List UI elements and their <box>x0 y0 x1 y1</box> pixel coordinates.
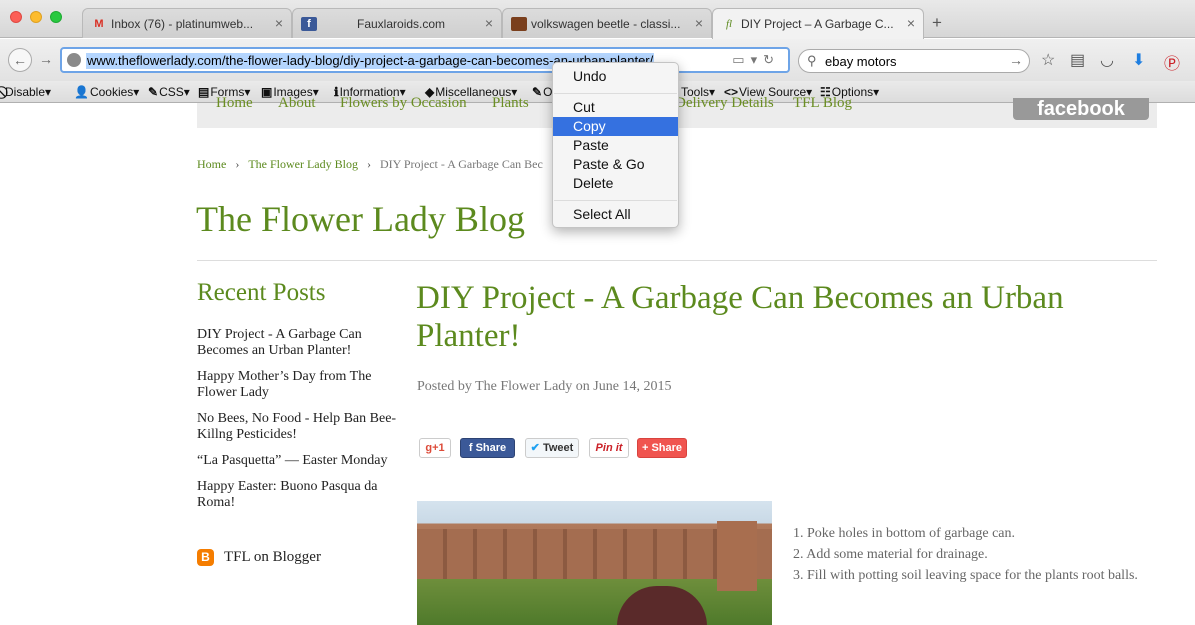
pin-it-button[interactable]: Pin it <box>589 438 629 458</box>
forward-button[interactable]: → <box>34 48 58 72</box>
post-steps: 1. Poke holes in bottom of garbage can. … <box>793 523 1153 586</box>
close-tab-icon[interactable]: × <box>907 15 915 31</box>
pocket-icon[interactable]: ◡ <box>1100 50 1114 70</box>
css-icon: ✎ <box>148 85 159 99</box>
post-title: DIY Project - A Garbage Can Becomes an U… <box>416 280 1064 354</box>
menu-item-select-all[interactable]: Select All <box>553 205 678 224</box>
menu-item-cut[interactable]: Cut <box>553 98 678 117</box>
forms-icon: ▤ <box>198 85 210 99</box>
tab-fauxlaroids[interactable]: f Fauxlaroids.com × <box>292 8 502 38</box>
tab-flower-lady[interactable]: fl DIY Project – A Garbage C... × <box>712 8 924 39</box>
tab-label: DIY Project – A Garbage C... <box>741 17 894 31</box>
menu-item-paste[interactable]: Paste <box>553 136 678 155</box>
recent-post-link[interactable]: No Bees, No Food - Help Ban Bee-Killng P… <box>197 411 397 443</box>
tab-label: volkswagen beetle - classi... <box>531 17 681 31</box>
flower-lady-icon: fl <box>725 18 733 30</box>
minimize-window-button[interactable] <box>30 11 42 23</box>
reader-icon[interactable]: ▭ <box>732 52 750 67</box>
recent-post-link[interactable]: Happy Mother’s Day from The Flower Lady <box>197 369 397 401</box>
menu-separator <box>554 93 677 94</box>
blogger-link[interactable]: B TFL on Blogger <box>197 549 321 567</box>
post-photo <box>417 501 772 625</box>
google-plus-button[interactable]: g+1 <box>419 438 451 458</box>
recent-post-link[interactable]: DIY Project - A Garbage Can Becomes an U… <box>197 327 397 359</box>
menu-item-undo[interactable]: Undo <box>553 67 678 86</box>
gmail-icon: M <box>94 18 104 30</box>
breadcrumb-current: DIY Project - A Garbage Can Bec <box>379 157 543 171</box>
twitter-icon: ✔ <box>530 442 540 454</box>
tab-gmail[interactable]: M Inbox (76) - platinumweb... × <box>82 8 292 38</box>
share-button[interactable]: + Share <box>637 438 687 458</box>
nav-tfl-blog[interactable]: TFL Blog <box>793 95 852 112</box>
tab-bar: M Inbox (76) - platinumweb... × f Fauxla… <box>0 0 1195 39</box>
breadcrumb: Home › The Flower Lady Blog › DIY Project - … <box>197 157 543 172</box>
back-button[interactable]: ← <box>8 48 32 72</box>
nav-plants[interactable]: Plants <box>492 95 529 112</box>
step-item: 2. Add some material for drainage. <box>793 547 988 562</box>
tab-label: Fauxlaroids.com <box>357 17 446 31</box>
images-icon: ▣ <box>261 85 273 99</box>
recent-post-link[interactable]: Happy Easter: Buono Pasqua da Roma! <box>197 479 397 511</box>
search-go-icon[interactable]: → <box>1009 52 1023 68</box>
nav-about[interactable]: About <box>278 95 316 112</box>
photo-person <box>617 586 707 625</box>
devbar-outline[interactable]: ✎O <box>532 85 552 99</box>
new-tab-icon[interactable]: + <box>932 13 942 33</box>
download-icon[interactable]: ⬇ <box>1132 50 1145 70</box>
step-item: 1. Poke holes in bottom of garbage can. <box>793 526 1016 541</box>
blogger-label: TFL on Blogger <box>224 549 321 565</box>
facebook-logo[interactable]: facebook <box>1013 98 1149 120</box>
facebook-icon: f <box>301 17 317 31</box>
menu-item-copy[interactable]: Copy <box>553 117 678 136</box>
information-icon: ℹ <box>334 85 339 99</box>
bookmark-star-icon[interactable]: ☆ <box>1041 50 1055 70</box>
menu-item-paste-and-go[interactable]: Paste & Go <box>553 155 678 174</box>
tab-label: Inbox (76) - platinumweb... <box>111 17 254 31</box>
pinterest-icon[interactable]: Ⓟ <box>1164 50 1180 74</box>
search-icon: ⚲ <box>807 53 817 68</box>
bookmarks-list-icon[interactable]: ▤ <box>1070 50 1085 70</box>
breadcrumb-home[interactable]: Home <box>197 157 226 171</box>
close-tab-icon[interactable]: × <box>485 15 493 31</box>
menu-item-delete[interactable]: Delete <box>553 174 678 193</box>
close-tab-icon[interactable]: × <box>275 15 283 31</box>
step-item: 3. Fill with potting soil leaving space … <box>793 568 1138 583</box>
chevron-right-icon: › <box>366 157 371 171</box>
nav-flowers-by-occasion[interactable]: Flowers by Occasion <box>340 95 467 112</box>
blogger-icon: B <box>197 549 214 567</box>
search-input[interactable]: ebay motors <box>825 54 897 69</box>
divider <box>197 260 1157 261</box>
devbar-disable[interactable]: ⃠Disable▾ <box>4 85 51 100</box>
recent-posts-list: DIY Project - A Garbage Can Becomes an U… <box>197 327 397 521</box>
shopping-bag-icon <box>511 17 527 31</box>
reload-icon[interactable]: ↻ <box>763 52 780 67</box>
zoom-window-button[interactable] <box>50 11 62 23</box>
recent-posts-heading: Recent Posts <box>197 279 326 306</box>
recent-post-link[interactable]: “La Pasquetta” — Easter Monday <box>197 453 397 469</box>
nav-delivery-details[interactable]: Delivery Details <box>675 95 774 112</box>
tweet-button[interactable]: ✔ Tweet <box>525 438 579 458</box>
post-meta: Posted by The Flower Lady on June 14, 20… <box>417 379 672 394</box>
close-tab-icon[interactable]: × <box>695 15 703 31</box>
breadcrumb-blog[interactable]: The Flower Lady Blog <box>248 157 358 171</box>
search-bar[interactable]: ⚲ ebay motors → <box>798 49 1030 73</box>
dropdown-icon[interactable]: ▾ <box>751 52 764 67</box>
facebook-share-button[interactable]: f Share <box>460 438 515 458</box>
tab-volkswagen[interactable]: volkswagen beetle - classi... × <box>502 8 712 38</box>
blog-title: The Flower Lady Blog <box>196 199 525 239</box>
context-menu: Undo Cut Copy Paste Paste & Go Delete Se… <box>552 62 679 228</box>
devbar-cookies[interactable]: 👤Cookies▾ <box>74 85 139 99</box>
chevron-right-icon: › <box>235 157 240 171</box>
close-window-button[interactable] <box>10 11 22 23</box>
url-bar-icons: ▭▾↻ <box>732 52 780 68</box>
nav-home[interactable]: Home <box>216 95 253 112</box>
menu-separator <box>554 200 677 201</box>
facebook-icon: f <box>468 442 476 454</box>
url-bar[interactable]: www.theflowerlady.com/the-flower-lady-bl… <box>60 47 790 73</box>
outline-icon: ✎ <box>532 85 543 99</box>
globe-icon <box>67 53 81 67</box>
devbar-css[interactable]: ✎CSS▾ <box>148 85 190 99</box>
cookie-icon: 👤 <box>74 85 89 99</box>
photo-tower <box>717 521 757 591</box>
